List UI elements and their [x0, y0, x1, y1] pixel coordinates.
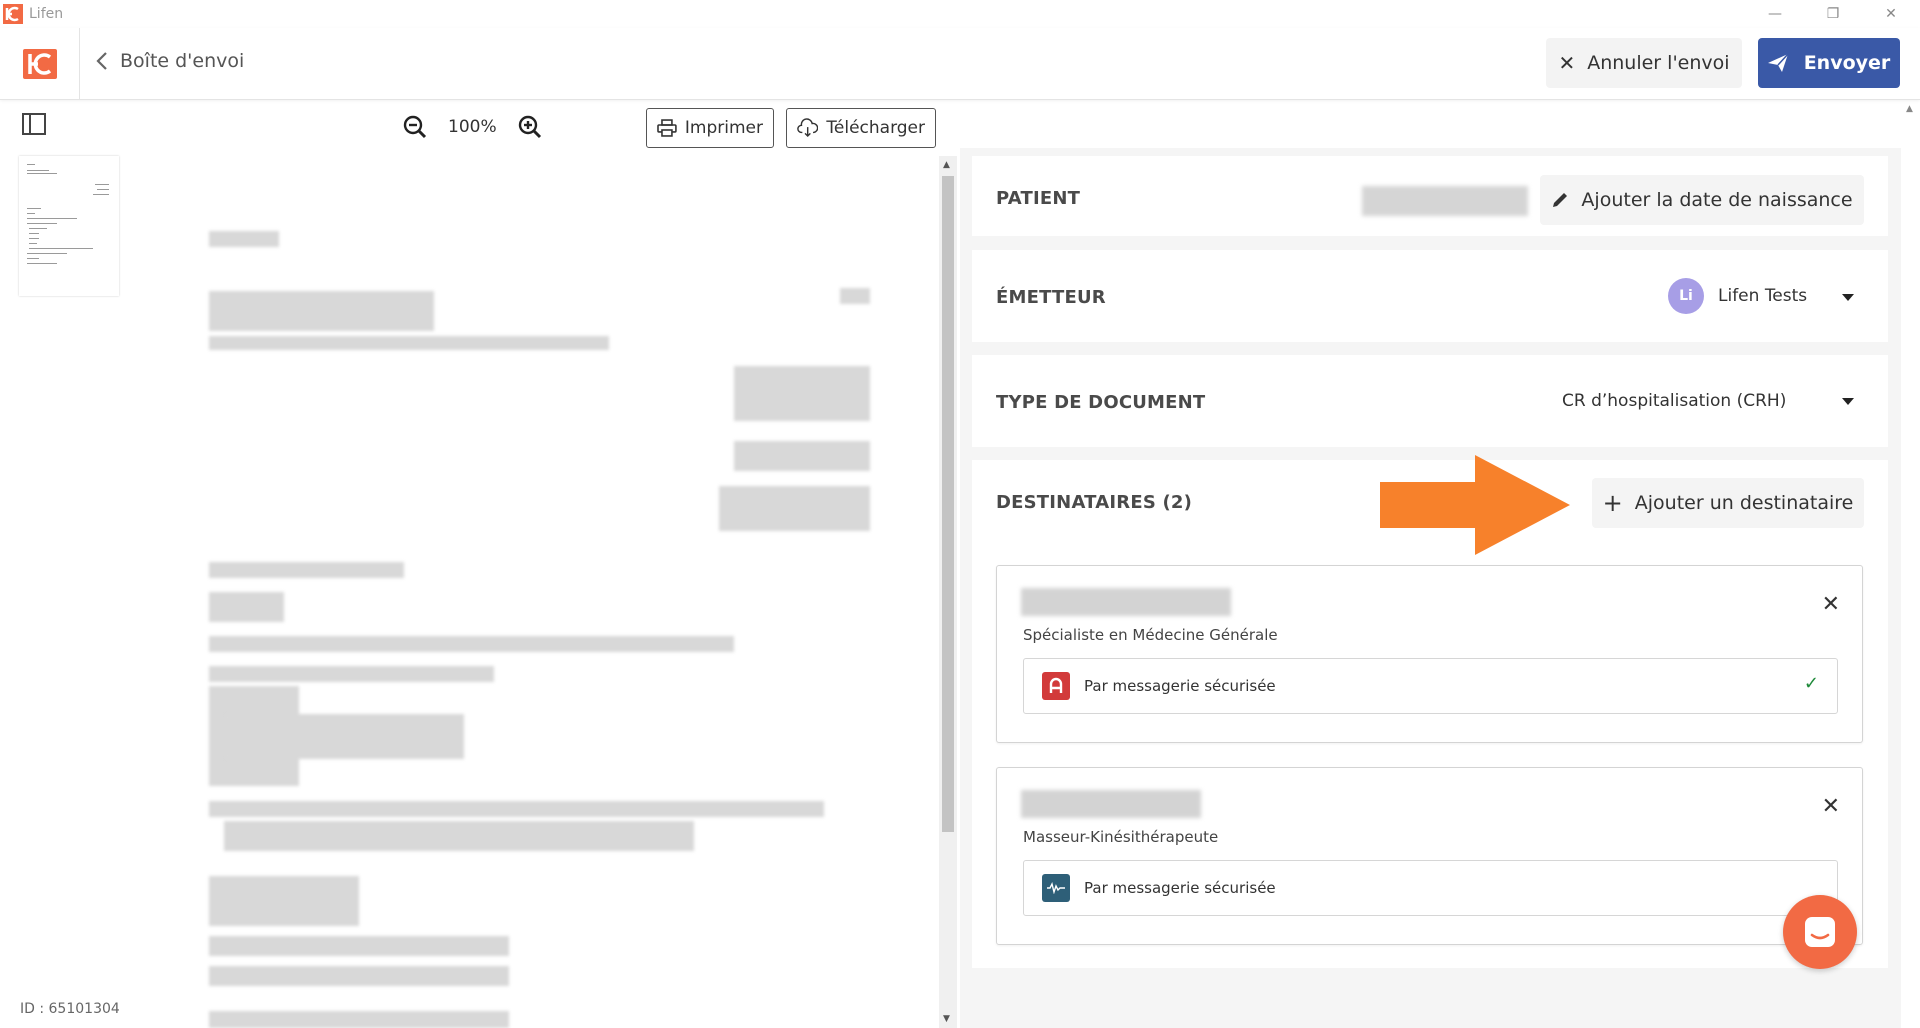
recipients-label: DESTINATAIRES (2)	[996, 492, 1193, 513]
cancel-send-label: Annuler l'envoi	[1587, 52, 1730, 74]
cancel-send-button[interactable]: ✕ Annuler l'envoi	[1546, 38, 1742, 88]
download-button[interactable]: Télécharger	[786, 108, 936, 148]
mssante-icon	[1042, 874, 1070, 902]
plus-icon: +	[1602, 489, 1623, 517]
recipient-channel-option[interactable]: Par messagerie sécurisée	[1023, 860, 1838, 916]
zoom-level: 100%	[448, 117, 497, 137]
back-to-outbox-link[interactable]: Boîte d'envoi	[96, 50, 244, 72]
pencil-icon	[1553, 193, 1568, 207]
download-label: Télécharger	[826, 118, 925, 138]
remove-recipient-icon[interactable]: ✕	[1822, 592, 1840, 617]
lifen-logo[interactable]	[0, 28, 80, 100]
add-birthdate-label: Ajouter la date de naissance	[1581, 189, 1853, 211]
support-chat-button[interactable]	[1783, 895, 1857, 969]
document-type-value: CR d’hospitalisation (CRH)	[1562, 391, 1787, 411]
back-link-label: Boîte d'envoi	[120, 50, 245, 72]
sender-card: ÉMETTEUR Li Lifen Tests	[972, 250, 1888, 342]
printer-icon	[657, 119, 677, 137]
zoom-out-icon	[403, 115, 427, 139]
recipient-channel-option[interactable]: Par messagerie sécurisée ✓	[1023, 658, 1838, 714]
recipient-card: Masseur-Kinésithérapeute ✕ Par messageri…	[996, 767, 1863, 945]
zoom-out-button[interactable]	[400, 112, 430, 142]
check-icon: ✓	[1803, 673, 1819, 694]
document-type-card: TYPE DE DOCUMENT CR d’hospitalisation (C…	[972, 355, 1888, 447]
zoom-in-icon	[518, 115, 541, 139]
document-page	[146, 156, 932, 1028]
channel-label: Par messagerie sécurisée	[1084, 879, 1276, 897]
lifen-app-icon	[3, 4, 23, 24]
paper-plane-icon	[1767, 54, 1788, 72]
app-header: Boîte d'envoi ✕ Annuler l'envoi Envoyer	[0, 28, 1920, 100]
annotation-arrow-icon	[1380, 455, 1570, 555]
lifen-logo-icon	[22, 49, 57, 79]
sidebar-toggle-icon[interactable]	[22, 113, 46, 135]
document-type-select[interactable]: CR d’hospitalisation (CRH)	[1562, 377, 1872, 425]
remove-recipient-icon[interactable]: ✕	[1822, 794, 1840, 819]
recipient-card: Spécialiste en Médecine Générale ✕ Par m…	[996, 565, 1863, 743]
document-id: ID : 65101304	[20, 1001, 120, 1017]
viewer-scrollbar-thumb[interactable]	[942, 176, 954, 832]
recipient-role: Masseur-Kinésithérapeute	[1023, 828, 1219, 846]
cloud-download-icon	[797, 118, 819, 138]
patient-card: PATIENT Ajouter la date de naissance	[972, 156, 1888, 236]
print-label: Imprimer	[684, 118, 763, 138]
caret-down-icon	[1842, 398, 1854, 405]
patient-name-redacted	[1362, 186, 1528, 216]
patient-label: PATIENT	[996, 188, 1081, 209]
recipient-name-redacted	[1021, 790, 1201, 818]
zoom-controls: 100%	[400, 112, 545, 142]
window-title: Lifen	[29, 6, 64, 22]
sender-select[interactable]: Li Lifen Tests	[1662, 270, 1872, 322]
sender-label: ÉMETTEUR	[996, 287, 1106, 308]
window-titlebar: Lifen — ❐ ✕	[0, 0, 1920, 28]
add-recipient-button[interactable]: + Ajouter un destinataire	[1592, 478, 1864, 528]
avatar: Li	[1668, 278, 1704, 314]
chevron-left-icon	[96, 52, 107, 70]
scroll-up-arrow-icon[interactable]: ▲	[943, 160, 950, 170]
page-thumbnail[interactable]	[19, 156, 119, 296]
close-icon: ✕	[1558, 51, 1576, 75]
caret-down-icon	[1842, 294, 1854, 301]
panel-scroll-up-icon[interactable]: ▲	[1906, 104, 1913, 114]
channel-label: Par messagerie sécurisée	[1084, 677, 1276, 695]
add-recipient-label: Ajouter un destinataire	[1634, 492, 1854, 514]
send-button[interactable]: Envoyer	[1758, 38, 1900, 88]
add-birthdate-button[interactable]: Ajouter la date de naissance	[1540, 175, 1864, 225]
scroll-down-arrow-icon[interactable]: ▼	[943, 1014, 950, 1024]
send-label: Envoyer	[1803, 52, 1891, 74]
zoom-in-button[interactable]	[515, 112, 545, 142]
document-type-label: TYPE DE DOCUMENT	[996, 392, 1206, 413]
print-button[interactable]: Imprimer	[646, 108, 774, 148]
recipient-name-redacted	[1021, 588, 1231, 616]
apicrypt-icon	[1042, 672, 1070, 700]
close-window-button[interactable]: ✕	[1862, 0, 1920, 28]
restore-button[interactable]: ❐	[1804, 0, 1862, 28]
recipient-role: Spécialiste en Médecine Générale	[1023, 626, 1278, 644]
chat-icon	[1805, 917, 1835, 947]
sender-name: Lifen Tests	[1718, 286, 1808, 306]
minimize-button[interactable]: —	[1746, 0, 1804, 28]
